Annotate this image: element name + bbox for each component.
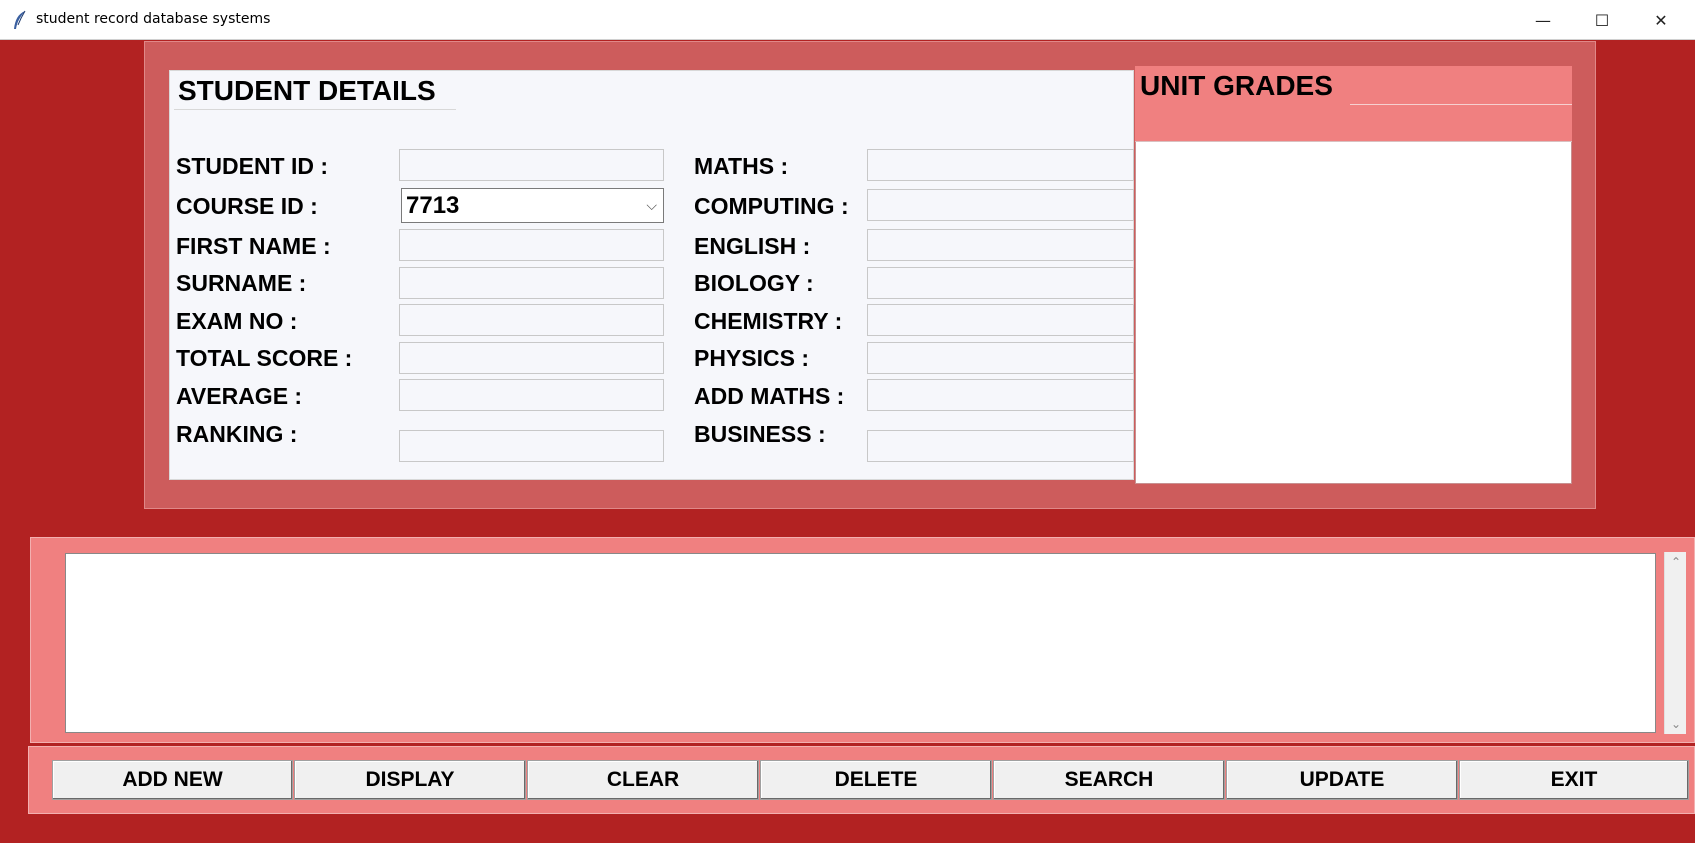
update-button[interactable]: UPDATE (1226, 760, 1458, 800)
biology-label: BIOLOGY : (694, 270, 814, 296)
biology-field[interactable] (867, 267, 1134, 299)
physics-label: PHYSICS : (694, 345, 810, 371)
course-id-value: 7713 (406, 192, 460, 219)
clear-button[interactable]: CLEAR (527, 760, 759, 800)
maximize-button[interactable]: ☐ (1573, 0, 1631, 40)
computing-label: COMPUTING : (694, 193, 849, 219)
first-name-field[interactable] (399, 229, 664, 261)
surname-label: SURNAME : (176, 270, 307, 296)
display-button[interactable]: DISPLAY (294, 760, 526, 800)
exam-no-label: EXAM NO : (176, 308, 298, 334)
surname-field[interactable] (399, 267, 664, 299)
exit-button[interactable]: EXIT (1459, 760, 1689, 800)
minimize-button[interactable]: — (1514, 0, 1572, 40)
records-scrollbar[interactable]: ⌃ ⌄ (1664, 552, 1686, 734)
chevron-down-icon[interactable]: ⌵ (646, 189, 657, 222)
delete-button[interactable]: DELETE (760, 760, 992, 800)
scroll-up-icon[interactable]: ⌃ (1665, 552, 1687, 572)
chemistry-field[interactable] (867, 304, 1134, 336)
physics-field[interactable] (867, 342, 1134, 374)
course-id-label: COURSE ID : (176, 193, 318, 219)
english-label: ENGLISH : (694, 233, 811, 259)
add-maths-label: ADD MATHS : (694, 383, 845, 409)
unit-grades-title: UNIT GRADES (1140, 70, 1333, 101)
close-button[interactable]: ✕ (1632, 0, 1690, 40)
chemistry-label: CHEMISTRY : (694, 308, 843, 334)
title-bar: student record database systems — ☐ ✕ (0, 0, 1695, 40)
ranking-field[interactable] (399, 430, 664, 462)
scroll-down-icon[interactable]: ⌄ (1665, 714, 1687, 734)
english-field[interactable] (867, 229, 1134, 261)
maths-field[interactable] (867, 149, 1134, 181)
student-id-label: STUDENT ID : (176, 153, 329, 179)
unit-grades-divider (1350, 104, 1572, 105)
business-field[interactable] (867, 430, 1134, 462)
records-listbox[interactable] (65, 553, 1656, 733)
course-id-combobox[interactable]: 7713 ⌵ (401, 188, 664, 223)
window-title: student record database systems (36, 11, 271, 27)
business-label: BUSINESS : (694, 421, 826, 447)
close-icon: ✕ (1654, 10, 1668, 30)
ranking-label: RANKING : (176, 421, 298, 447)
feather-icon (14, 10, 26, 29)
maximize-icon: ☐ (1594, 10, 1610, 30)
first-name-label: FIRST NAME : (176, 233, 331, 259)
student-id-field[interactable] (399, 149, 664, 181)
student-details-title: STUDENT DETAILS (174, 74, 456, 110)
search-button[interactable]: SEARCH (993, 760, 1225, 800)
computing-field[interactable] (867, 189, 1134, 221)
average-label: AVERAGE : (176, 383, 303, 409)
exam-no-field[interactable] (399, 304, 664, 336)
total-score-label: TOTAL SCORE : (176, 345, 353, 371)
maths-label: MATHS : (694, 153, 789, 179)
add-new-button[interactable]: ADD NEW (52, 760, 293, 800)
add-maths-field[interactable] (867, 379, 1134, 411)
average-field[interactable] (399, 379, 664, 411)
total-score-field[interactable] (399, 342, 664, 374)
minimize-icon: — (1535, 10, 1551, 30)
